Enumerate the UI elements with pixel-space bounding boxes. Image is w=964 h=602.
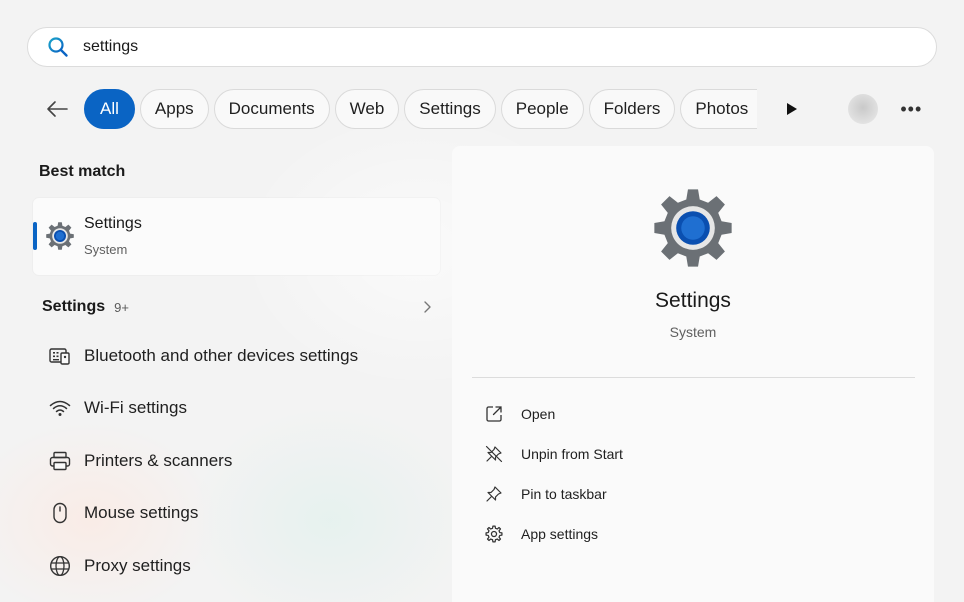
filter-apps[interactable]: Apps — [139, 89, 209, 129]
globe-icon — [48, 554, 72, 578]
filter-photos[interactable]: Photos — [680, 89, 758, 129]
chevron-right-icon — [424, 301, 431, 313]
filter-documents[interactable]: Documents — [213, 89, 330, 129]
search-box[interactable] — [27, 27, 937, 67]
action-label: Unpin from Start — [521, 446, 623, 462]
preview-subtitle: System — [669, 324, 717, 340]
wifi-icon — [48, 396, 72, 420]
list-item-bluetooth[interactable]: Bluetooth and other devices settings — [48, 341, 438, 371]
list-item-label: Bluetooth and other devices settings — [84, 346, 359, 365]
best-match-item[interactable]: Settings System — [33, 198, 440, 275]
preview-pane: Settings System Open Unpin from Start Pi… — [452, 146, 934, 602]
printer-icon — [48, 449, 72, 473]
list-item-proxy[interactable]: Proxy settings — [48, 551, 438, 581]
settings-group-header[interactable]: Settings 9+ — [42, 296, 434, 318]
settings-app-icon — [654, 189, 732, 267]
list-item-mouse[interactable]: Mouse settings — [48, 498, 438, 528]
divider — [472, 377, 915, 378]
best-match-subtitle: System — [84, 242, 128, 257]
action-pin-taskbar[interactable]: Pin to taskbar — [484, 482, 607, 506]
selection-indicator — [33, 222, 37, 250]
gear-icon — [484, 524, 504, 544]
group-count: 9+ — [114, 299, 129, 315]
action-label: Open — [521, 406, 556, 422]
list-item-label: Proxy settings — [84, 556, 191, 575]
open-external-icon — [484, 404, 504, 424]
play-arrow-icon — [787, 103, 798, 115]
best-match-title: Settings — [84, 215, 142, 232]
filter-folders[interactable]: Folders — [588, 89, 676, 129]
keyboard-devices-icon — [48, 344, 72, 368]
more-icon[interactable]: ••• — [900, 99, 922, 120]
action-unpin-start[interactable]: Unpin from Start — [484, 442, 623, 466]
list-item-label: Mouse settings — [84, 503, 199, 522]
settings-gear-icon — [46, 222, 74, 250]
filter-people[interactable]: People — [500, 89, 584, 129]
avatar[interactable] — [848, 94, 879, 124]
action-label: App settings — [521, 526, 599, 542]
action-label: Pin to taskbar — [521, 486, 607, 502]
best-match-heading: Best match — [39, 163, 126, 180]
search-icon — [48, 37, 68, 57]
back-button[interactable] — [40, 92, 74, 126]
back-arrow-icon — [47, 101, 68, 117]
action-open[interactable]: Open — [484, 402, 555, 426]
filter-settings[interactable]: Settings — [404, 89, 496, 129]
search-input[interactable] — [83, 38, 863, 56]
pin-icon — [484, 484, 504, 504]
list-item-printers[interactable]: Printers & scanners — [48, 446, 438, 476]
filter-all[interactable]: All — [84, 89, 135, 129]
filter-web[interactable]: Web — [334, 89, 400, 129]
group-heading: Settings — [42, 298, 106, 315]
action-app-settings[interactable]: App settings — [484, 522, 598, 546]
mouse-icon — [48, 501, 72, 525]
preview-title: Settings — [655, 289, 731, 312]
scroll-filters-button[interactable] — [782, 99, 802, 119]
list-item-label: Wi-Fi settings — [84, 398, 187, 417]
list-item-wifi[interactable]: Wi-Fi settings — [48, 393, 438, 423]
list-item-label: Printers & scanners — [84, 451, 233, 470]
filter-bar: All Apps Documents Web Settings People F… — [40, 88, 940, 130]
unpin-icon — [484, 444, 504, 464]
